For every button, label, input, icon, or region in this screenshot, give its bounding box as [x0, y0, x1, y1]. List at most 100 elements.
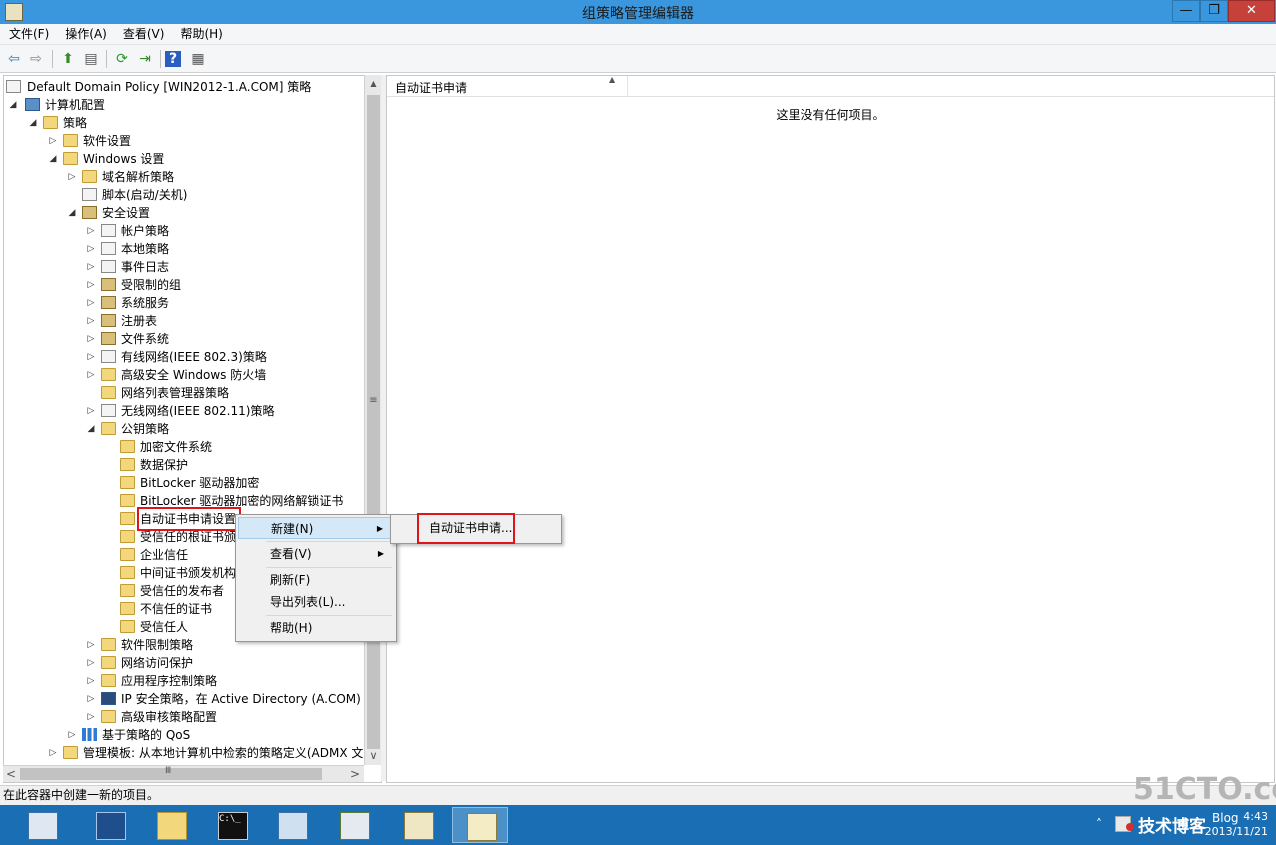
taskbar-powershell[interactable]: [82, 807, 138, 843]
expand-icon[interactable]: ▷: [86, 276, 96, 294]
taskbar-network[interactable]: [326, 807, 382, 843]
tree-horizontal-scrollbar[interactable]: < Ⅲ >: [3, 765, 364, 782]
policy-doc-icon: [6, 80, 21, 93]
empty-list-message: 这里没有任何项目。: [776, 108, 885, 122]
tree-label: 软件限制策略: [121, 638, 194, 652]
expand-icon[interactable]: ▷: [86, 294, 96, 312]
taskbar-policy-editor[interactable]: [452, 807, 508, 843]
tree-label: 中间证书颁发机构: [140, 566, 237, 580]
menu-action[interactable]: 操作(A): [56, 24, 114, 43]
collapse-icon[interactable]: ◢: [8, 96, 18, 114]
security-icon: [82, 206, 97, 219]
taskbar-gpmc[interactable]: [390, 807, 446, 843]
expand-icon[interactable]: ▷: [86, 240, 96, 258]
forward-icon[interactable]: ⇨: [26, 49, 46, 69]
taskbar-file-explorer[interactable]: [143, 807, 199, 843]
expand-icon[interactable]: ▷: [86, 312, 96, 330]
menu-item-refresh[interactable]: 刷新(F): [238, 569, 394, 591]
tree-label: 受信任的根证书颁: [140, 530, 237, 544]
expand-icon[interactable]: ▷: [67, 726, 77, 744]
tree-label: 数据保护: [140, 458, 189, 472]
policy-editor-icon: [467, 813, 497, 841]
folder-icon: [101, 638, 116, 651]
tree-label: 企业信任: [140, 548, 189, 562]
tree-label: 管理模板: 从本地计算机中检索的策略定义(ADMX 文: [83, 746, 364, 760]
computer-icon: [25, 98, 40, 111]
sort-ascending-icon: ▲: [609, 75, 616, 84]
taskbar-cmd[interactable]: C:\_: [204, 807, 260, 843]
expand-icon[interactable]: ▷: [86, 348, 96, 366]
expand-icon[interactable]: ▷: [86, 330, 96, 348]
collapse-icon[interactable]: ◢: [48, 150, 58, 168]
control-panel-icon: [278, 812, 308, 840]
expand-icon[interactable]: ▷: [86, 654, 96, 672]
taskbar-control-panel[interactable]: [264, 807, 320, 843]
expand-icon[interactable]: ▷: [86, 402, 96, 420]
details-pane: 自动证书申请 ▲ 这里没有任何项目。: [386, 75, 1275, 783]
expand-icon[interactable]: ▷: [48, 132, 58, 150]
expand-icon[interactable]: ▷: [86, 366, 96, 384]
menu-view[interactable]: 查看(V): [114, 24, 172, 43]
scroll-left-button[interactable]: <: [3, 766, 19, 782]
scroll-right-button[interactable]: >: [347, 766, 363, 782]
close-button[interactable]: ✕: [1228, 0, 1275, 22]
wireless-icon: [101, 404, 116, 417]
tree-label: 受信任的发布者: [140, 584, 225, 598]
back-icon[interactable]: ⇦: [4, 49, 24, 69]
collapse-icon[interactable]: ◢: [28, 114, 38, 132]
policy-icon: [101, 224, 116, 237]
expand-icon[interactable]: ▷: [67, 168, 77, 186]
menu-file[interactable]: 文件(F): [0, 24, 56, 43]
column-header-auto-cert[interactable]: 自动证书申请: [395, 79, 467, 96]
expand-icon[interactable]: ▷: [86, 222, 96, 240]
menu-item-export-list[interactable]: 导出列表(L)...: [238, 591, 394, 613]
expand-icon[interactable]: ▷: [86, 258, 96, 276]
export-list-icon[interactable]: ⇥: [135, 49, 155, 69]
expand-icon[interactable]: ▷: [48, 744, 58, 762]
collapse-icon[interactable]: ◢: [67, 204, 77, 222]
tray-chevron-icon[interactable]: ˄: [1096, 817, 1102, 831]
expand-icon[interactable]: ▷: [86, 708, 96, 726]
lock-folder-icon: [101, 332, 116, 345]
up-folder-icon[interactable]: ⬆: [58, 49, 78, 69]
server-manager-icon: [28, 812, 58, 840]
expand-icon[interactable]: ▷: [86, 690, 96, 708]
show-tree-icon[interactable]: ▤: [81, 49, 101, 69]
menu-item-help[interactable]: 帮助(H): [238, 617, 394, 639]
watermark-blog: 技术博客: [1138, 817, 1206, 837]
properties-icon[interactable]: ▦: [188, 49, 208, 69]
menu-item-view[interactable]: 查看(V) ▶: [238, 543, 394, 565]
menu-help[interactable]: 帮助(H): [171, 24, 229, 43]
collapse-icon[interactable]: ◢: [86, 420, 96, 438]
tree-label: 无线网络(IEEE 802.11)策略: [121, 404, 275, 418]
context-menu: 新建(N) ▶ 查看(V) ▶ 刷新(F) 导出列表(L)... 帮助(H): [235, 514, 397, 642]
tree-label: 高级审核策略配置: [121, 710, 218, 724]
cmd-prompt-text: C:\_: [219, 814, 241, 824]
tree-label-selected: 自动证书申请设置: [136, 507, 242, 531]
refresh-icon[interactable]: ⟳: [112, 49, 132, 69]
mute-badge-icon: [1126, 823, 1134, 831]
tree-label: 受限制的组: [121, 278, 182, 292]
menu-item-label: 导出列表(L)...: [270, 595, 346, 609]
maximize-button[interactable]: ❐: [1200, 0, 1228, 22]
ipsec-icon: [101, 692, 116, 705]
minimize-button[interactable]: —: [1172, 0, 1200, 22]
menu-item-new[interactable]: 新建(N) ▶: [238, 517, 394, 539]
tree-label: 公钥策略: [121, 422, 170, 436]
folder-icon: [101, 656, 116, 669]
tree-vertical-scrollbar[interactable]: ▲ ≡ ∨: [364, 75, 382, 765]
tree-label: 事件日志: [121, 260, 170, 274]
expand-icon[interactable]: ▷: [86, 672, 96, 690]
scroll-thumb[interactable]: Ⅲ: [20, 766, 322, 780]
scroll-down-button[interactable]: ∨: [365, 747, 382, 765]
folder-icon: [120, 566, 135, 579]
tree-label: 不信任的证书: [140, 602, 213, 616]
scroll-thumb[interactable]: ≡: [367, 95, 380, 749]
help-icon[interactable]: ?: [165, 51, 181, 67]
tree-label: Default Domain Policy [WIN2012-1.A.COM] …: [27, 80, 312, 94]
expand-icon[interactable]: ▷: [86, 636, 96, 654]
folder-icon: [101, 386, 116, 399]
tree-label: 脚本(启动/关机): [102, 188, 188, 202]
taskbar-server-manager[interactable]: [14, 807, 70, 843]
scroll-up-button[interactable]: ▲: [365, 75, 382, 93]
